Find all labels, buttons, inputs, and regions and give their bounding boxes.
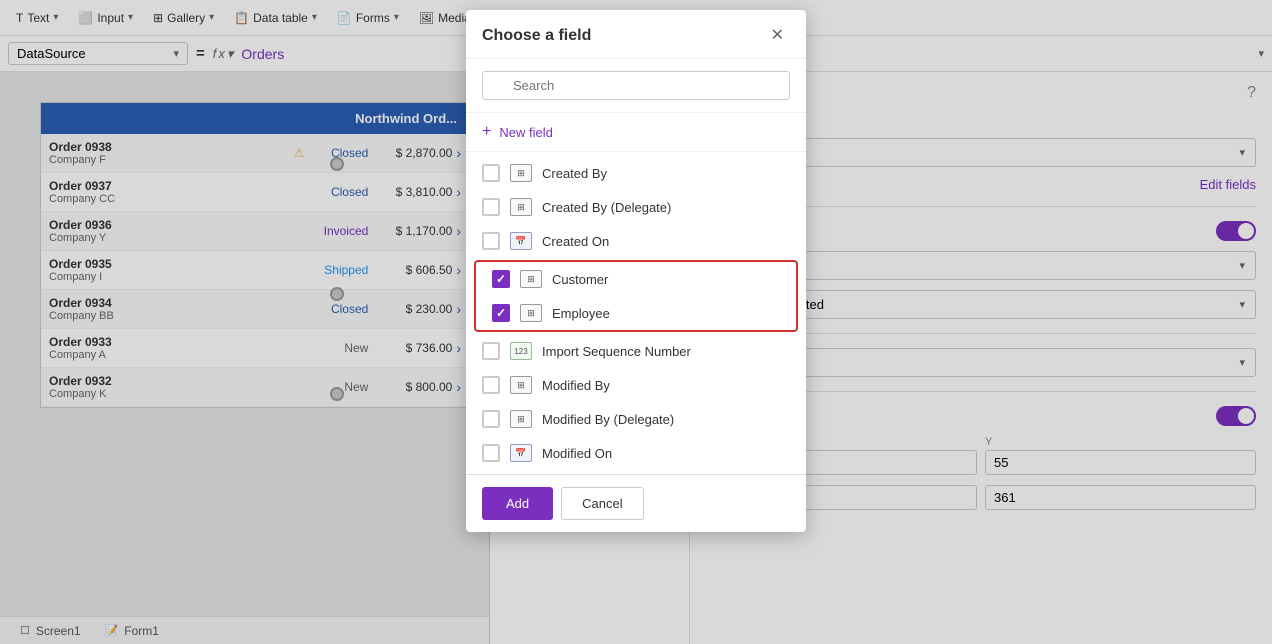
field-checkbox-employee[interactable] [492, 304, 510, 322]
field-label-created-by: Created By [542, 166, 607, 181]
cancel-button[interactable]: Cancel [561, 487, 643, 520]
field-icon-created-by-delegate: ⊞ [510, 198, 532, 216]
field-checkbox-modified-on[interactable] [482, 444, 500, 462]
field-icon-modified-by: ⊞ [510, 376, 532, 394]
field-label-customer: Customer [552, 272, 608, 287]
field-icon-created-by: ⊞ [510, 164, 532, 182]
field-label-created-by-delegate: Created By (Delegate) [542, 200, 671, 215]
field-label-employee: Employee [552, 306, 610, 321]
choose-field-dialog: Choose a field ✕ 🔍 + New field ⊞ Created… [466, 10, 806, 532]
field-label-modified-by: Modified By [542, 378, 610, 393]
field-icon-modified-on: 📅 [510, 444, 532, 462]
field-item-modified-by-delegate[interactable]: ⊞ Modified By (Delegate) [466, 402, 806, 436]
field-item-created-by[interactable]: ⊞ Created By [466, 156, 806, 190]
field-item-employee[interactable]: ⊞ Employee [476, 296, 796, 330]
field-label-modified-by-delegate: Modified By (Delegate) [542, 412, 674, 427]
new-field-button[interactable]: + New field [466, 113, 806, 152]
field-label-import-seq: Import Sequence Number [542, 344, 691, 359]
field-checkbox-modified-by[interactable] [482, 376, 500, 394]
field-icon-modified-by-delegate: ⊞ [510, 410, 532, 428]
search-input[interactable] [482, 71, 790, 100]
dialog-close-button[interactable]: ✕ [765, 26, 790, 46]
add-button[interactable]: Add [482, 487, 553, 520]
dialog-overlay: Choose a field ✕ 🔍 + New field ⊞ Created… [0, 0, 1272, 644]
dialog-footer: Add Cancel [466, 474, 806, 532]
field-checkbox-modified-by-delegate[interactable] [482, 410, 500, 428]
field-item-modified-by[interactable]: ⊞ Modified By [466, 368, 806, 402]
dialog-fields-list: ⊞ Created By ⊞ Created By (Delegate) 📅 C… [466, 152, 806, 474]
dialog-search-area: 🔍 [466, 59, 806, 113]
field-icon-created-on: 📅 [510, 232, 532, 250]
field-item-modified-on[interactable]: 📅 Modified On [466, 436, 806, 470]
field-checkbox-import-seq[interactable] [482, 342, 500, 360]
dialog-title: Choose a field [482, 27, 591, 45]
search-wrap: 🔍 [482, 71, 790, 100]
field-item-import-seq[interactable]: 123 Import Sequence Number [466, 334, 806, 368]
field-checkbox-created-by[interactable] [482, 164, 500, 182]
selected-fields-group: ⊞ Customer ⊞ Employee [474, 260, 798, 332]
field-icon-employee: ⊞ [520, 304, 542, 322]
field-icon-import-seq: 123 [510, 342, 532, 360]
field-label-created-on: Created On [542, 234, 609, 249]
field-item-created-by-delegate[interactable]: ⊞ Created By (Delegate) [466, 190, 806, 224]
dialog-header: Choose a field ✕ [466, 10, 806, 59]
field-item-created-on[interactable]: 📅 Created On [466, 224, 806, 258]
field-checkbox-created-by-delegate[interactable] [482, 198, 500, 216]
plus-new-icon: + [482, 123, 491, 141]
field-label-modified-on: Modified On [542, 446, 612, 461]
field-checkbox-customer[interactable] [492, 270, 510, 288]
field-item-customer[interactable]: ⊞ Customer [476, 262, 796, 296]
field-icon-customer: ⊞ [520, 270, 542, 288]
field-checkbox-created-on[interactable] [482, 232, 500, 250]
